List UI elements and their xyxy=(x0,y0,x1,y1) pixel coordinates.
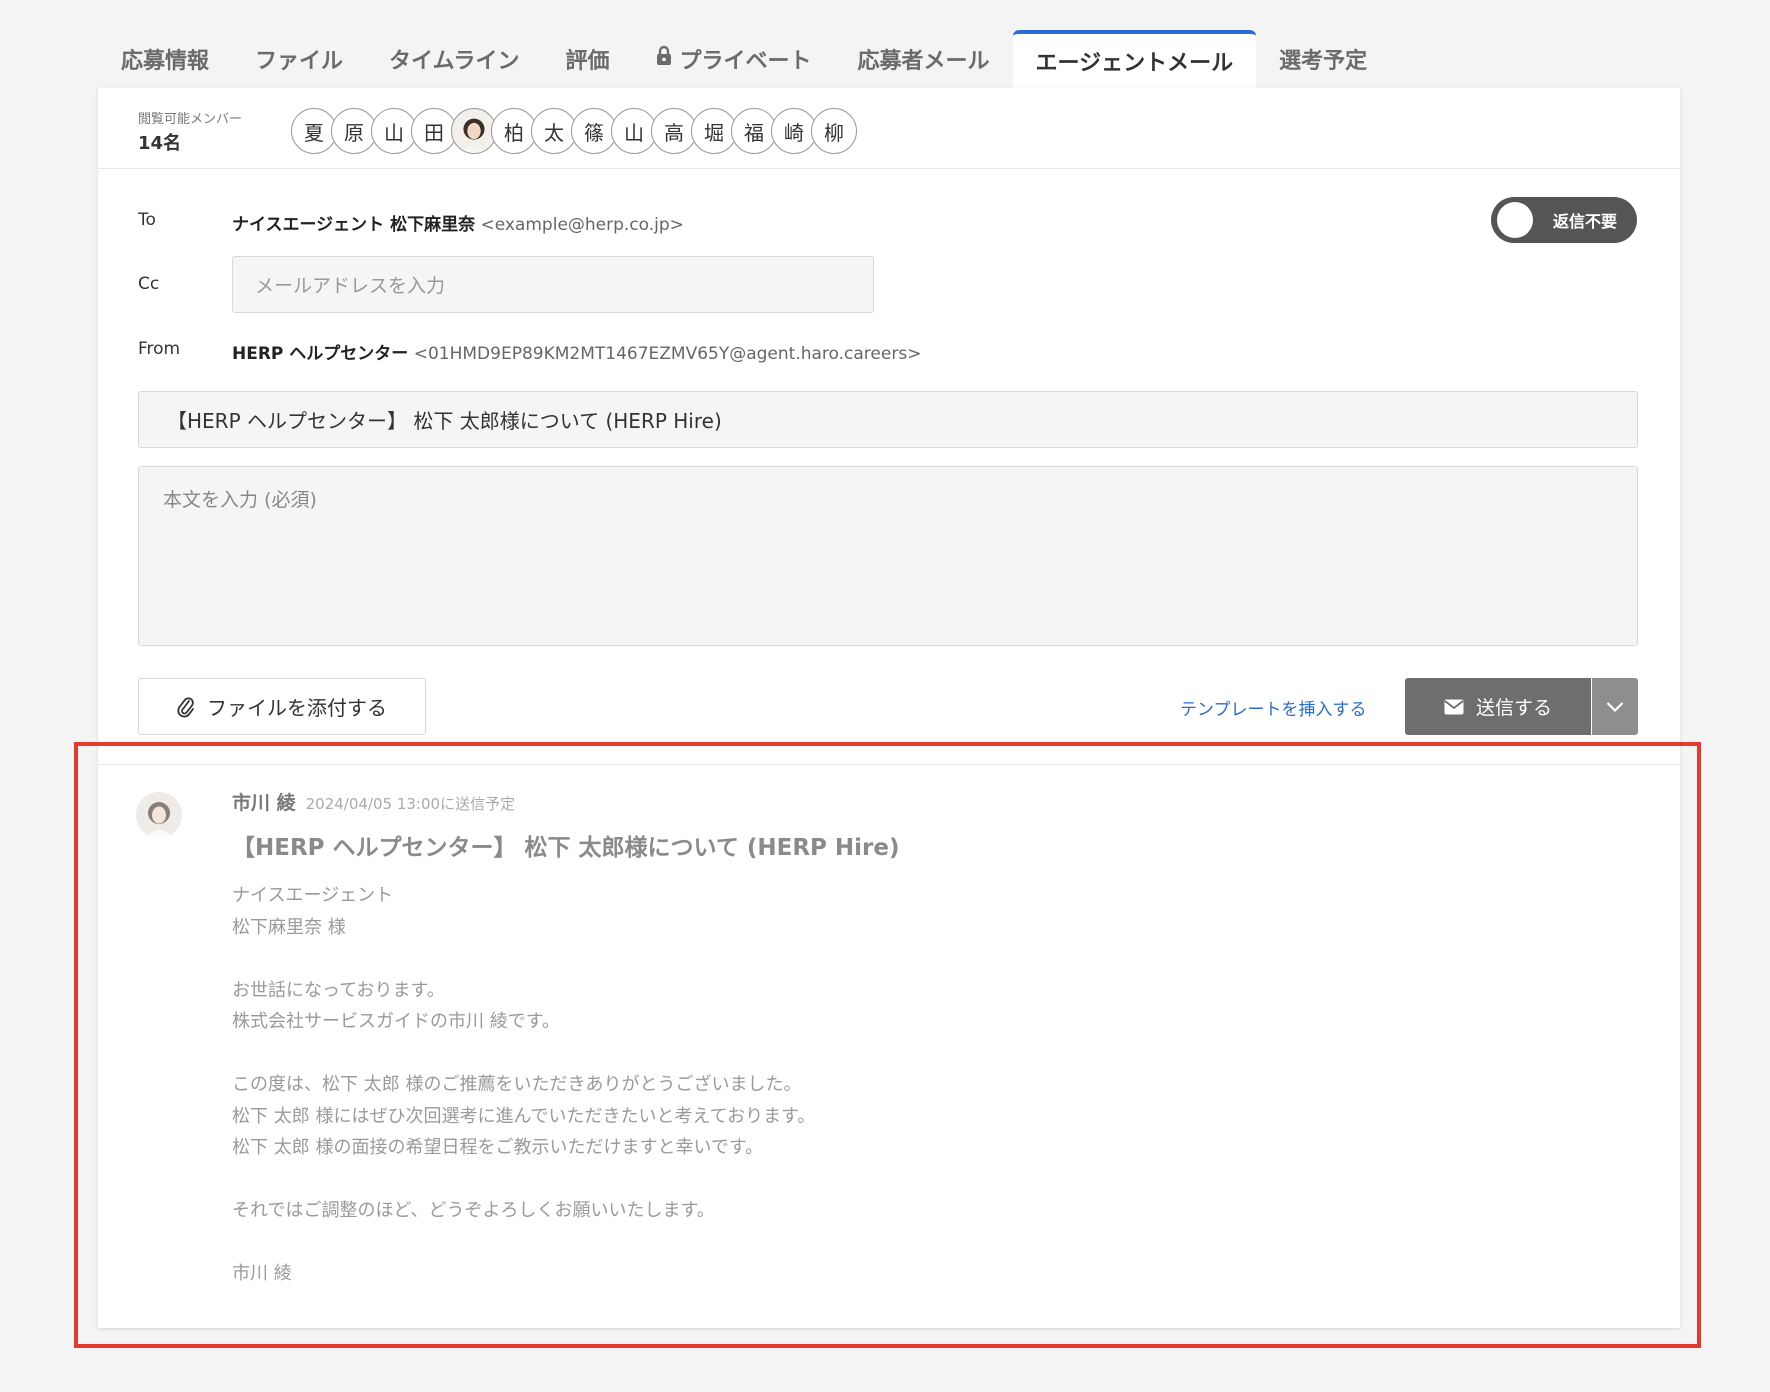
tab-applicant-mail[interactable]: 応募者メール xyxy=(835,30,1013,88)
scheduled-time: 2024/04/05 13:00に送信予定 xyxy=(305,795,516,813)
to-email: <example@herp.co.jp> xyxy=(480,215,684,235)
from-name: HERP ヘルプセンター xyxy=(232,344,409,364)
no-reply-label: 返信不要 xyxy=(1553,212,1618,231)
chevron-down-icon xyxy=(1606,701,1624,712)
from-label: From xyxy=(138,339,181,359)
divider xyxy=(98,764,1680,765)
message-line xyxy=(232,943,1432,975)
send-label: 送信する xyxy=(1475,697,1552,719)
members-label: 閲覧可能メンバー xyxy=(138,112,243,127)
message-line: 松下麻里奈 様 xyxy=(232,916,346,938)
avatar[interactable]: 柳 xyxy=(811,108,857,154)
to-label: To xyxy=(138,210,156,230)
message-subject: 【HERP ヘルプセンター】 松下 太郎様について (HERP Hire) xyxy=(232,835,900,861)
message-line: 松下 太郎 様にはぜひ次回選考に進んでいただきたいと考えております。 xyxy=(232,1105,816,1127)
body-textarea[interactable]: 本文を入力 (必須) xyxy=(138,466,1638,646)
insert-template-link[interactable]: テンプレートを挿入する xyxy=(1180,695,1367,720)
message-line xyxy=(232,1227,1432,1259)
message-body: ナイスエージェント 松下麻里奈 様 お世話になっております。 株式会社サービスガ… xyxy=(232,880,1432,1290)
attach-file-label: ファイルを添付する xyxy=(207,696,387,720)
tab-bar: 応募情報 ファイル タイムライン 評価 プライベート 応募者メール エージェント… xyxy=(98,30,1390,88)
message-line xyxy=(232,1164,1432,1196)
tab-files[interactable]: ファイル xyxy=(232,30,366,88)
viewable-members: 閲覧可能メンバー 14名 夏 原 山 田 柏 太 篠 山 高 堀 福 崎 柳 xyxy=(98,88,1680,169)
sender-name: 市川 綾 xyxy=(232,792,296,814)
message-line: ナイスエージェント xyxy=(232,885,394,906)
paperclip-icon xyxy=(177,696,194,717)
toggle-knob xyxy=(1497,202,1533,238)
cc-input[interactable]: メールアドレスを入力 xyxy=(232,256,874,313)
message-line: 松下 太郎 様の面接の希望日程をご教示いただけますと幸いです。 xyxy=(232,1137,764,1158)
message-line: この度は、松下 太郎 様のご推薦をいただきありがとうございました。 xyxy=(232,1074,802,1095)
message-line: 市川 綾 xyxy=(232,1263,292,1284)
tab-agent-mail[interactable]: エージェントメール xyxy=(1012,30,1257,88)
to-name: ナイスエージェント 松下麻里奈 xyxy=(232,215,476,235)
tab-application-info[interactable]: 応募情報 xyxy=(98,30,232,88)
from-sender: HERP ヘルプセンター <01HMD9EP89KM2MT1467EZMV65Y… xyxy=(232,339,921,364)
envelope-icon xyxy=(1444,699,1464,714)
members-count: 14名 xyxy=(138,133,182,154)
tab-evaluation[interactable]: 評価 xyxy=(543,30,633,88)
message-line: お世話になっております。 xyxy=(232,979,445,1001)
send-options-dropdown[interactable] xyxy=(1592,678,1638,735)
from-email: <01HMD9EP89KM2MT1467EZMV65Y@agent.haro.c… xyxy=(413,344,922,364)
message-line: 株式会社サービスガイドの市川 綾です。 xyxy=(232,1011,560,1032)
message-line xyxy=(232,1038,1432,1070)
sender-avatar xyxy=(136,792,182,838)
tab-schedule[interactable]: 選考予定 xyxy=(1256,30,1390,88)
subject-input[interactable]: 【HERP ヘルプセンター】 松下 太郎様について (HERP Hire) xyxy=(138,391,1638,448)
message-sender: 市川 綾 2024/04/05 13:00に送信予定 xyxy=(232,788,515,815)
member-avatars: 夏 原 山 田 柏 太 篠 山 高 堀 福 崎 柳 xyxy=(291,108,857,154)
send-button[interactable]: 送信する xyxy=(1405,678,1591,735)
lock-icon xyxy=(656,45,672,72)
tab-private-label: プライベート xyxy=(679,49,812,74)
tab-private[interactable]: プライベート xyxy=(633,30,835,88)
message-line: それではご調整のほど、どうぞよろしくお願いいたします。 xyxy=(232,1200,715,1221)
attach-file-button[interactable]: ファイルを添付する xyxy=(138,678,426,735)
to-recipient: ナイスエージェント 松下麻里奈 <example@herp.co.jp> xyxy=(232,210,684,235)
agent-mail-panel: 閲覧可能メンバー 14名 夏 原 山 田 柏 太 篠 山 高 堀 福 崎 柳 T… xyxy=(98,88,1680,1328)
no-reply-toggle[interactable]: 返信不要 xyxy=(1491,197,1637,243)
cc-label: Cc xyxy=(138,274,160,294)
tab-timeline[interactable]: タイムライン xyxy=(366,30,542,88)
